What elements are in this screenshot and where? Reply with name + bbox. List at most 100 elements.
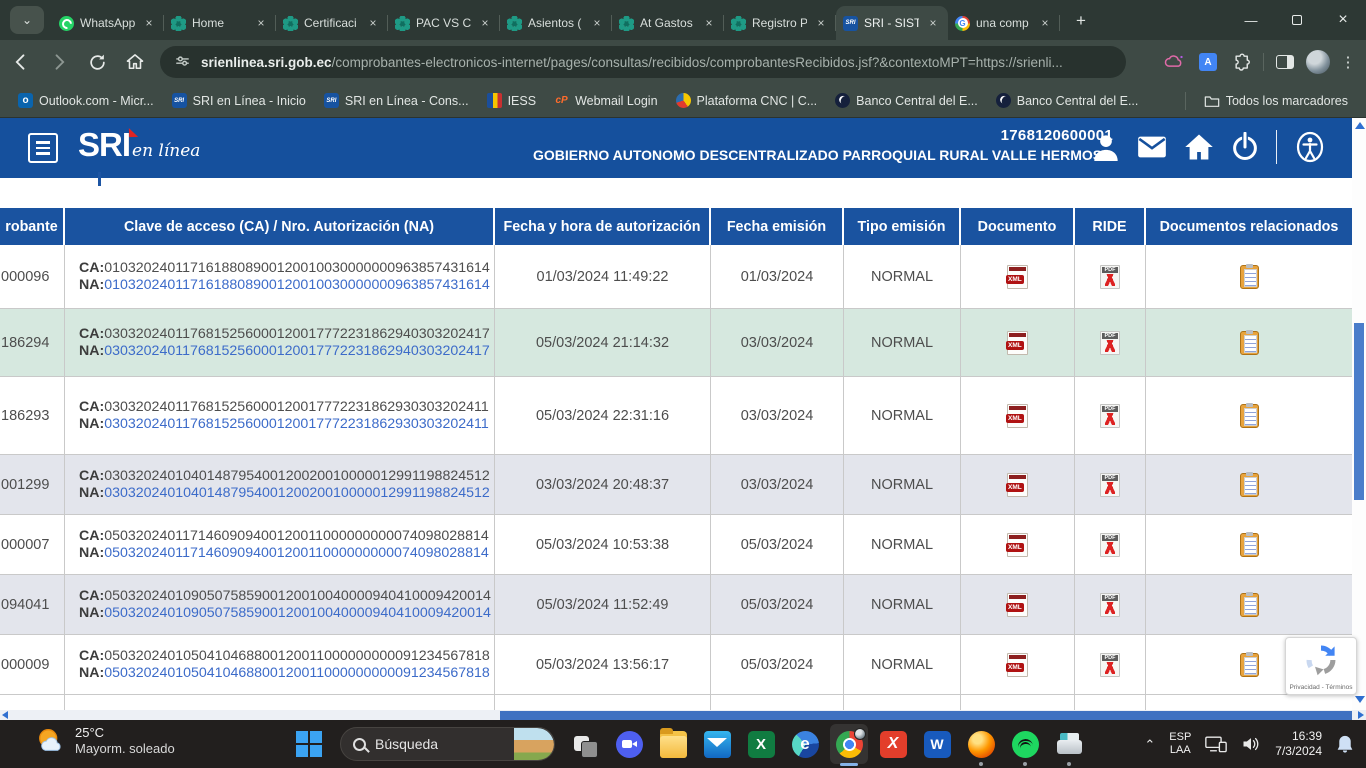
xml-document-icon[interactable] xyxy=(1007,533,1028,557)
ai-cloud-extension-icon[interactable] xyxy=(1161,49,1187,75)
browser-tab[interactable]: WhatsApp × xyxy=(52,6,164,40)
translate-icon[interactable]: A xyxy=(1195,49,1221,75)
printer-taskbar-button[interactable] xyxy=(1047,720,1091,768)
vertical-scrollbar-thumb[interactable] xyxy=(1354,323,1364,500)
autorizacion-na-link[interactable]: NA:0503202401090507585900120010040000940… xyxy=(79,605,491,621)
ride-pdf-icon[interactable] xyxy=(1100,265,1120,289)
mail-icon[interactable] xyxy=(1137,135,1167,159)
notification-bell-icon[interactable] xyxy=(1336,734,1354,754)
scroll-down-arrow[interactable] xyxy=(1355,696,1365,703)
sri-logo[interactable]: SRIen línea xyxy=(78,126,200,164)
restore-button[interactable] xyxy=(1274,0,1320,40)
autorizacion-na-link[interactable]: NA:0503202401171460909400120011000000000… xyxy=(79,545,489,561)
bookmark-item[interactable]: Banco Central del E... xyxy=(827,89,986,112)
browser-tab[interactable]: Registro P × xyxy=(724,6,836,40)
ride-pdf-icon[interactable] xyxy=(1100,331,1120,355)
ride-pdf-icon[interactable] xyxy=(1100,593,1120,617)
bookmark-item[interactable]: Plataforma CNC | C... xyxy=(668,89,826,112)
accessibility-icon[interactable] xyxy=(1294,131,1326,163)
browser-tab[interactable]: una comp × xyxy=(948,6,1060,40)
ride-pdf-icon[interactable] xyxy=(1100,533,1120,557)
horizontal-scrollbar-thumb[interactable] xyxy=(500,711,1352,720)
xml-document-icon[interactable] xyxy=(1007,653,1028,677)
bookmark-item[interactable]: SRI en Línea - Inicio xyxy=(164,89,314,112)
explorer-taskbar-button[interactable] xyxy=(651,720,695,768)
task-view-taskbar-button[interactable] xyxy=(563,720,607,768)
new-tab-button[interactable]: + xyxy=(1068,8,1094,34)
bookmark-item[interactable]: Webmail Login xyxy=(546,89,665,112)
browser-tab[interactable]: At Gastos × xyxy=(612,6,724,40)
word-taskbar-button[interactable] xyxy=(915,720,959,768)
reload-button[interactable] xyxy=(80,45,114,79)
clock[interactable]: 16:39 7/3/2024 xyxy=(1275,729,1322,759)
browser-tab[interactable]: Asientos ( × xyxy=(500,6,612,40)
mail-taskbar-button[interactable] xyxy=(695,720,739,768)
recaptcha-badge[interactable]: Privacidad - Términos xyxy=(1285,637,1357,695)
power-icon[interactable] xyxy=(1231,132,1259,162)
tab-search-button[interactable]: ⌄ xyxy=(10,6,44,34)
tab-close-icon[interactable]: × xyxy=(365,15,381,31)
home-button[interactable] xyxy=(118,45,152,79)
bookmark-item[interactable]: Banco Central del E... xyxy=(988,89,1147,112)
related-documents-icon[interactable] xyxy=(1240,404,1259,428)
tab-close-icon[interactable]: × xyxy=(589,15,605,31)
profile-avatar[interactable] xyxy=(1306,50,1330,74)
browser-tab[interactable]: PAC VS C × xyxy=(388,6,500,40)
tab-close-icon[interactable]: × xyxy=(141,15,157,31)
tab-close-icon[interactable]: × xyxy=(253,15,269,31)
autorizacion-na-link[interactable]: NA:0303202401040148795400120020010000012… xyxy=(79,485,490,501)
all-bookmarks-button[interactable]: Todos los marcadores xyxy=(1196,90,1356,112)
xml-document-icon[interactable] xyxy=(1007,331,1028,355)
autorizacion-na-link[interactable]: NA:0103202401171618808900120010030000000… xyxy=(79,277,490,293)
xml-document-icon[interactable] xyxy=(1007,404,1028,428)
start-button[interactable] xyxy=(296,731,322,757)
autorizacion-na-link[interactable]: NA:0503202401050410468800120011000000000… xyxy=(79,665,490,681)
home-nav-icon[interactable] xyxy=(1184,133,1214,161)
extensions-puzzle-icon[interactable] xyxy=(1229,49,1255,75)
related-documents-icon[interactable] xyxy=(1240,473,1259,497)
address-bar[interactable]: srienlinea.sri.gob.ec/comprobantes-elect… xyxy=(160,46,1126,78)
vertical-scrollbar[interactable] xyxy=(1352,118,1366,712)
menu-hamburger-button[interactable] xyxy=(28,133,58,163)
browser-tab[interactable]: Certificaci × xyxy=(276,6,388,40)
related-documents-icon[interactable] xyxy=(1240,593,1259,617)
autorizacion-na-link[interactable]: NA:0303202401176815256000120017772231862… xyxy=(79,416,489,432)
forward-button[interactable] xyxy=(42,45,76,79)
minimize-button[interactable]: — xyxy=(1228,0,1274,40)
cast-screen-icon[interactable] xyxy=(1205,735,1227,753)
excel-taskbar-button[interactable] xyxy=(739,720,783,768)
xml-document-icon[interactable] xyxy=(1007,473,1028,497)
tab-close-icon[interactable]: × xyxy=(813,15,829,31)
ride-pdf-icon[interactable] xyxy=(1100,404,1120,428)
taskbar-search[interactable]: Búsqueda xyxy=(340,727,555,761)
tab-close-icon[interactable]: × xyxy=(925,15,941,31)
bookmark-item[interactable]: SRI en Línea - Cons... xyxy=(316,89,477,112)
back-button[interactable] xyxy=(4,45,38,79)
taskbar-weather-widget[interactable]: 25°C Mayorm. soleado xyxy=(36,725,175,756)
tab-close-icon[interactable]: × xyxy=(477,15,493,31)
related-documents-icon[interactable] xyxy=(1240,533,1259,557)
side-panel-icon[interactable] xyxy=(1272,49,1298,75)
tab-close-icon[interactable]: × xyxy=(1037,15,1053,31)
bookmark-item[interactable]: Outlook.com - Micr... xyxy=(10,89,162,112)
autorizacion-na-link[interactable]: NA:0303202401176815256000120017772231862… xyxy=(79,343,490,359)
related-documents-icon[interactable] xyxy=(1240,265,1259,289)
scroll-left-arrow[interactable] xyxy=(2,711,8,719)
firefox-taskbar-button[interactable] xyxy=(959,720,1003,768)
browser-menu-icon[interactable]: ⋮ xyxy=(1338,60,1358,65)
related-documents-icon[interactable] xyxy=(1240,653,1259,677)
tab-close-icon[interactable]: × xyxy=(701,15,717,31)
related-documents-icon[interactable] xyxy=(1240,331,1259,355)
browser-tab[interactable]: SRI - SIST × xyxy=(836,6,948,40)
site-info-icon[interactable] xyxy=(174,54,191,71)
pdf-app-taskbar-button[interactable] xyxy=(871,720,915,768)
ride-pdf-icon[interactable] xyxy=(1100,473,1120,497)
scroll-right-arrow[interactable] xyxy=(1358,711,1364,719)
bookmark-item[interactable]: IESS xyxy=(479,89,545,112)
spotify-taskbar-button[interactable] xyxy=(1003,720,1047,768)
close-button[interactable]: × xyxy=(1320,0,1366,40)
ride-pdf-icon[interactable] xyxy=(1100,653,1120,677)
chrome-taskbar-button[interactable] xyxy=(827,720,871,768)
horizontal-scrollbar[interactable] xyxy=(0,710,1366,720)
edge-taskbar-button[interactable] xyxy=(783,720,827,768)
